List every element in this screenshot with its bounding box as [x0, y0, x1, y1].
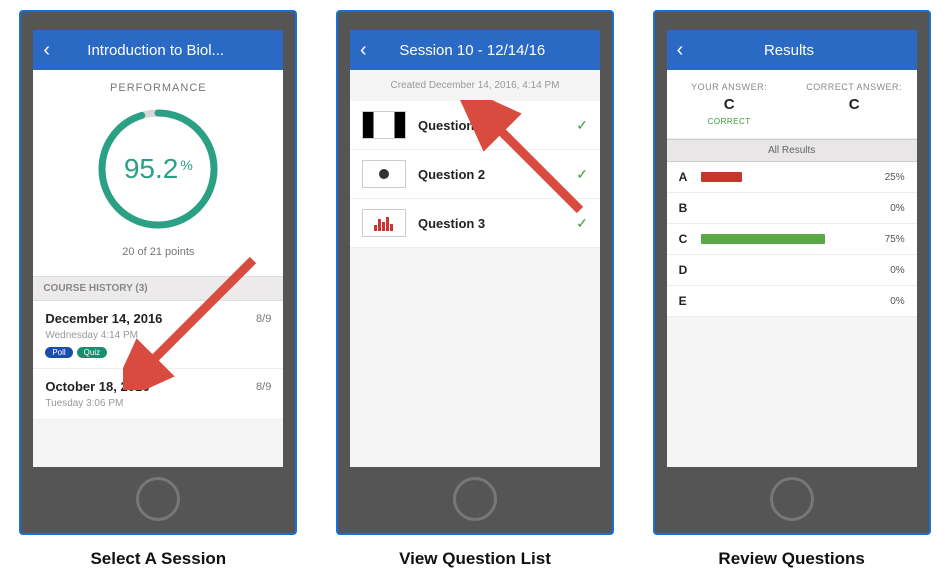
app-header: ‹ Results [667, 30, 917, 70]
performance-label: PERFORMANCE [33, 82, 283, 94]
page-title: Results [691, 42, 886, 59]
phone-select-session: ‹ Introduction to Biol... PERFORMANCE 95… [19, 10, 297, 535]
result-letter: C [679, 232, 693, 246]
session-row[interactable]: October 18, 2016 8/9 Tuesday 3:06 PM [33, 369, 283, 420]
your-answer-label: YOUR ANSWER: [667, 82, 792, 92]
answers-section: YOUR ANSWER: C CORRECT CORRECT ANSWER: C [667, 70, 917, 139]
screen: ‹ Session 10 - 12/14/16 Created December… [350, 30, 600, 467]
result-row: D 0% [667, 255, 917, 286]
quiz-pill: Quiz [77, 347, 107, 358]
screen: ‹ Introduction to Biol... PERFORMANCE 95… [33, 30, 283, 467]
result-percent: 75% [875, 234, 905, 245]
percent-value: 95.2 [124, 153, 179, 185]
result-percent: 0% [875, 203, 905, 214]
correct-answer-label: CORRECT ANSWER: [792, 82, 917, 92]
result-bar-track [701, 296, 867, 306]
session-time: Tuesday 3:06 PM [45, 398, 271, 409]
percent-symbol: % [180, 157, 192, 173]
result-row: E 0% [667, 286, 917, 317]
page-title: Introduction to Biol... [58, 42, 253, 59]
your-answer-value: C [667, 96, 792, 113]
result-letter: A [679, 170, 693, 184]
performance-ring: 95.2 % [93, 104, 223, 234]
question-thumb [362, 160, 406, 188]
result-bar-track [701, 172, 867, 182]
question-label: Question 2 [418, 167, 564, 182]
back-icon[interactable]: ‹ [43, 39, 50, 62]
performance-section: PERFORMANCE 95.2 % 20 of 21 points [33, 70, 283, 276]
session-time: Wednesday 4:14 PM [45, 330, 271, 341]
correct-answer-value: C [792, 96, 917, 113]
result-percent: 25% [875, 172, 905, 183]
session-score: 8/9 [256, 381, 271, 393]
back-icon[interactable]: ‹ [360, 39, 367, 62]
session-date: December 14, 2016 [45, 311, 162, 326]
result-row: C 75% [667, 224, 917, 255]
session-score: 8/9 [256, 313, 271, 325]
result-bar-track [701, 203, 867, 213]
question-thumb [362, 209, 406, 237]
result-row: A 25% [667, 162, 917, 193]
result-percent: 0% [875, 296, 905, 307]
caption: Review Questions [718, 549, 864, 569]
home-button[interactable] [453, 477, 497, 521]
back-icon[interactable]: ‹ [677, 39, 684, 62]
question-thumb [362, 111, 406, 139]
result-bar [701, 234, 826, 244]
app-header: ‹ Introduction to Biol... [33, 30, 283, 70]
app-header: ‹ Session 10 - 12/14/16 [350, 30, 600, 70]
caption: Select A Session [90, 549, 226, 569]
result-letter: D [679, 263, 693, 277]
screen: ‹ Results YOUR ANSWER: C CORRECT CORRECT… [667, 30, 917, 467]
all-results-header: All Results [667, 139, 917, 162]
question-row[interactable]: Question 1 ✓ [350, 101, 600, 150]
check-icon: ✓ [576, 117, 588, 134]
check-icon: ✓ [576, 215, 588, 232]
result-letter: B [679, 201, 693, 215]
home-button[interactable] [770, 477, 814, 521]
caption: View Question List [399, 549, 551, 569]
correct-answer: CORRECT ANSWER: C [792, 82, 917, 126]
result-letter: E [679, 294, 693, 308]
result-bar [701, 172, 743, 182]
question-row[interactable]: Question 2 ✓ [350, 150, 600, 199]
created-text: Created December 14, 2016, 4:14 PM [350, 70, 600, 101]
your-answer: YOUR ANSWER: C CORRECT [667, 82, 792, 126]
check-icon: ✓ [576, 166, 588, 183]
course-history-header: COURSE HISTORY (3) [33, 276, 283, 301]
answer-status: CORRECT [667, 117, 792, 126]
question-label: Question 1 [418, 118, 564, 133]
session-row[interactable]: December 14, 2016 8/9 Wednesday 4:14 PM … [33, 301, 283, 369]
points-text: 20 of 21 points [33, 246, 283, 258]
result-percent: 0% [875, 265, 905, 276]
performance-percent: 95.2 % [93, 104, 223, 234]
phone-question-list: ‹ Session 10 - 12/14/16 Created December… [336, 10, 614, 535]
result-row: B 0% [667, 193, 917, 224]
session-pills: Poll Quiz [45, 347, 271, 358]
page-title: Session 10 - 12/14/16 [375, 42, 570, 59]
poll-pill: Poll [45, 347, 72, 358]
session-date: October 18, 2016 [45, 379, 149, 394]
home-button[interactable] [136, 477, 180, 521]
result-bar-track [701, 265, 867, 275]
result-bar-track [701, 234, 867, 244]
phone-results: ‹ Results YOUR ANSWER: C CORRECT CORRECT… [653, 10, 931, 535]
question-label: Question 3 [418, 216, 564, 231]
question-row[interactable]: Question 3 ✓ [350, 199, 600, 248]
